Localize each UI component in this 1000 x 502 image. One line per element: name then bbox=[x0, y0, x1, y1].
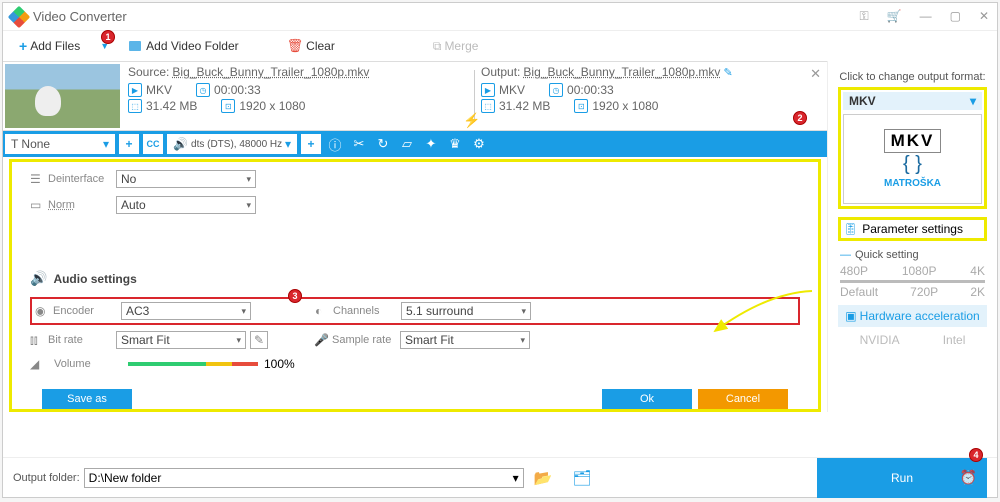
minimize-button[interactable]: — bbox=[920, 9, 932, 24]
sliders-icon: 🎚 bbox=[843, 222, 858, 236]
parameter-settings-button[interactable]: 🎚Parameter settings bbox=[838, 217, 987, 241]
close-button[interactable]: ✕ bbox=[979, 9, 989, 24]
app-title: Video Converter bbox=[33, 9, 127, 24]
cc-button[interactable]: CC bbox=[143, 134, 163, 154]
app-window: Video Converter ⚿ 🛒 — ▢ ✕ 1 +Add Files ▼… bbox=[2, 2, 998, 498]
edit-toolbar: T None▾ + CC 🔊 dts (DTS), 48000 Hz▾ + ⓘ … bbox=[3, 131, 827, 157]
merge-icon: ⧉ bbox=[433, 39, 442, 54]
bitrate-select[interactable]: Smart Fit▾ bbox=[116, 331, 246, 349]
cancel-button[interactable]: Cancel bbox=[698, 389, 788, 409]
save-as-button[interactable]: Save as bbox=[42, 389, 132, 409]
bottom-bar: Output folder: D:\New folder▾ 📂 🗂 4 Run … bbox=[3, 457, 997, 497]
open-folder-icon[interactable]: 📂 bbox=[534, 469, 553, 487]
run-button[interactable]: 4 Run ⏰ bbox=[817, 458, 987, 498]
right-sidebar: Click to change output format: 2 MKV▾ MK… bbox=[827, 61, 997, 412]
cut-icon[interactable]: ✂ bbox=[347, 136, 371, 152]
step-badge-2: 2 bbox=[793, 111, 807, 125]
folder-icon bbox=[129, 41, 141, 51]
format-header: Click to change output format: bbox=[834, 71, 991, 83]
add-audio-button[interactable]: + bbox=[301, 134, 321, 154]
quick-setting-slider[interactable] bbox=[840, 280, 985, 283]
folder-location-icon[interactable]: 🗂 bbox=[572, 469, 591, 487]
cart-icon[interactable]: 🛒 bbox=[887, 9, 902, 24]
audio-track-select[interactable]: 🔊 dts (DTS), 48000 Hz▾ bbox=[167, 134, 297, 154]
title-bar: Video Converter ⚿ 🛒 — ▢ ✕ bbox=[3, 3, 997, 31]
step-badge-4: 4 bbox=[969, 448, 983, 462]
rotate-icon[interactable]: ↻ bbox=[371, 136, 395, 152]
size-icon: ⬚ bbox=[128, 99, 142, 113]
volume-slider[interactable] bbox=[128, 362, 258, 366]
crop-icon[interactable]: ▱ bbox=[395, 136, 419, 152]
schedule-icon[interactable]: ⏰ bbox=[960, 469, 977, 486]
source-meta: Source: Big_Buck_Bunny_Trailer_1080p.mkv… bbox=[122, 62, 474, 130]
settings-icon[interactable]: ⚙ bbox=[467, 136, 491, 152]
bolt-icon: ⚡ bbox=[463, 112, 480, 129]
add-files-button[interactable]: +Add Files bbox=[13, 36, 86, 56]
trash-icon: 🗑 bbox=[287, 38, 304, 54]
norm-select[interactable]: Auto▾ bbox=[116, 196, 256, 214]
format-icon: ▶ bbox=[128, 83, 142, 97]
info-icon[interactable]: ⓘ bbox=[323, 135, 347, 154]
format-dropdown[interactable]: MKV▾ bbox=[843, 92, 982, 110]
step-badge-1: 1 bbox=[101, 30, 115, 44]
merge-button[interactable]: ⧉Merge bbox=[427, 37, 485, 56]
add-subtitle-button[interactable]: + bbox=[119, 134, 139, 154]
add-folder-button[interactable]: Add Video Folder bbox=[123, 37, 245, 55]
remove-file-button[interactable]: ✕ bbox=[810, 66, 821, 82]
output-folder-label: Output folder: bbox=[13, 472, 80, 484]
effect-icon[interactable]: ✦ bbox=[419, 136, 443, 152]
bitrate-edit-button[interactable]: ✎ bbox=[250, 331, 268, 349]
clear-button[interactable]: 🗑Clear bbox=[281, 36, 341, 56]
chip-icon: ▣ bbox=[845, 309, 856, 323]
quick-setting-label: Quick setting bbox=[840, 249, 985, 261]
format-preview[interactable]: MKV { } MATROŠKA bbox=[843, 114, 982, 204]
parameter-panel: ☰DeinterfaceNo▾ ▭NormAuto▾ 🔊Audio settin… bbox=[9, 159, 821, 412]
key-icon[interactable]: ⚿ bbox=[860, 9, 869, 24]
audio-section-header: 🔊Audio settings bbox=[30, 270, 800, 287]
output-meta: Output: Big_Buck_Bunny_Trailer_1080p.mkv… bbox=[475, 62, 827, 130]
hardware-accel-button[interactable]: ▣ Hardware acceleration bbox=[838, 305, 987, 327]
deinterlace-select[interactable]: No▾ bbox=[116, 170, 256, 188]
file-row: Source: Big_Buck_Bunny_Trailer_1080p.mkv… bbox=[3, 61, 827, 131]
subtitle-select[interactable]: T None▾ bbox=[5, 134, 115, 154]
speaker-gear-icon: 🔊 bbox=[30, 270, 47, 287]
step-badge-3: 3 bbox=[288, 289, 302, 303]
encoder-select[interactable]: AC3▾ bbox=[121, 302, 251, 320]
main-toolbar: 1 +Add Files ▼ Add Video Folder 🗑Clear ⧉… bbox=[3, 31, 997, 61]
channels-select[interactable]: 5.1 surround▾ bbox=[401, 302, 531, 320]
maximize-button[interactable]: ▢ bbox=[950, 9, 961, 24]
video-thumbnail[interactable] bbox=[5, 64, 120, 128]
ok-button[interactable]: Ok bbox=[602, 389, 692, 409]
encoder-channels-highlight: 3 ◉EncoderAC3▾ ◐Channels5.1 surround▾ bbox=[30, 297, 800, 325]
watermark-icon[interactable]: ♛ bbox=[443, 136, 467, 152]
intel-label: Intel bbox=[943, 333, 966, 347]
samplerate-select[interactable]: Smart Fit▾ bbox=[400, 331, 530, 349]
nvidia-label: NVIDIA bbox=[860, 333, 900, 347]
res-icon: ⊡ bbox=[221, 99, 235, 113]
app-logo-icon bbox=[8, 5, 31, 28]
rename-icon[interactable]: ✎ bbox=[723, 67, 732, 79]
clock-icon: ◷ bbox=[196, 83, 210, 97]
output-folder-input[interactable]: D:\New folder▾ bbox=[84, 468, 524, 488]
